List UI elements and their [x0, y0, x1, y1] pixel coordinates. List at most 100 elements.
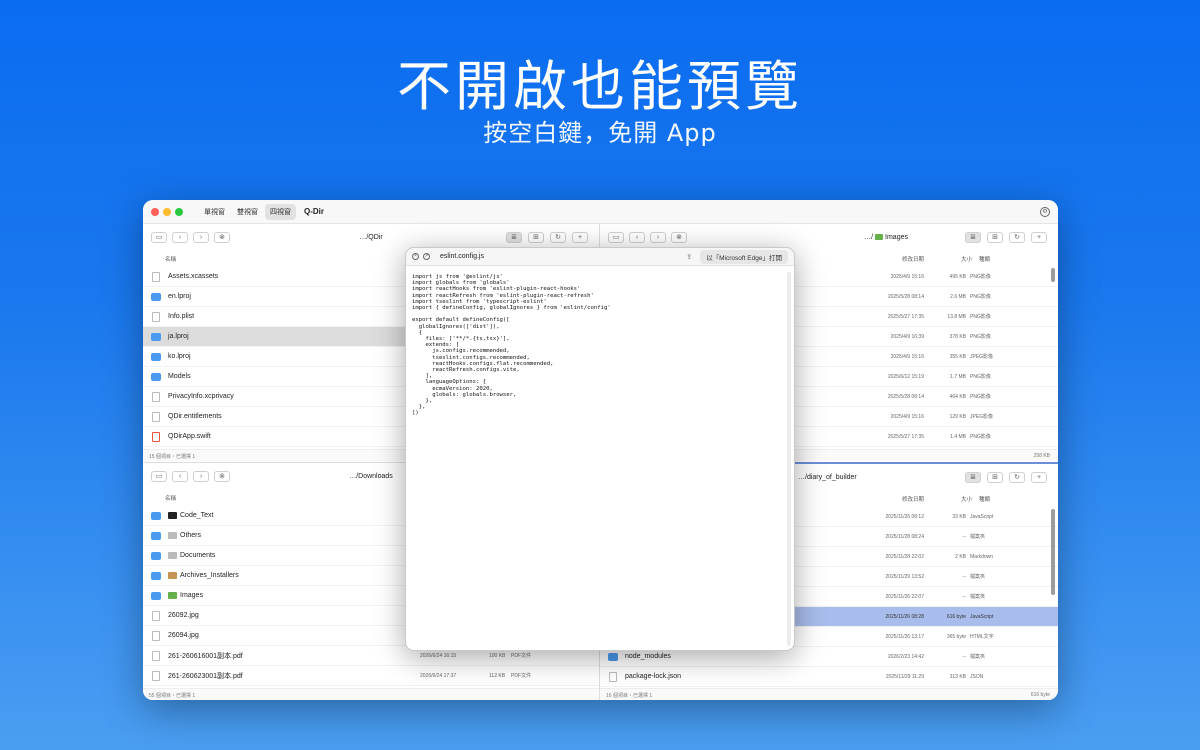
- refresh-button[interactable]: ↻: [550, 231, 566, 243]
- path-label: …/diary_of_builder: [798, 473, 857, 481]
- refresh-button[interactable]: ↻: [1009, 471, 1025, 483]
- file-icon: [152, 670, 160, 681]
- column-size[interactable]: 大小: [961, 495, 972, 503]
- kind-cell: PNG影像: [970, 274, 991, 280]
- size-cell: 365 byte: [946, 633, 966, 640]
- close-circle-icon[interactable]: ⊗: [214, 470, 230, 482]
- size-cell: 112 KB: [489, 672, 506, 679]
- kind-cell: JPEG影像: [970, 354, 994, 360]
- date-cell: 2025/4/9 15:16: [890, 273, 924, 280]
- view-mode-single[interactable]: 單視窗: [199, 204, 230, 220]
- new-folder-button[interactable]: +: [572, 231, 588, 243]
- refresh-button[interactable]: ↻: [1009, 231, 1025, 243]
- date-cell: 2025/11/28 22:02: [885, 553, 924, 560]
- grid-view-button[interactable]: ⊞: [987, 231, 1003, 243]
- column-date[interactable]: 修改日期: [902, 255, 924, 263]
- file-name: 26092.jpg: [168, 612, 199, 619]
- share-icon[interactable]: ⇪: [686, 253, 692, 261]
- date-cell: 2026/2/23 14:42: [887, 653, 924, 660]
- date-cell: 2026/6/24 17:37: [420, 672, 457, 679]
- file-name: 261-260616001副本.pdf: [168, 652, 243, 660]
- folder-icon: [608, 652, 618, 661]
- list-item[interactable]: package-lock.json 2025/11/29 11:29 313 KB J…: [600, 667, 1058, 687]
- kind-cell: PDF文件: [511, 673, 532, 679]
- kind-cell: 檔案夾: [970, 594, 986, 600]
- settings-icon[interactable]: ⚙: [1040, 207, 1050, 217]
- close-circle-icon[interactable]: ⊗: [214, 231, 230, 243]
- file-icon: [152, 610, 160, 621]
- column-kind[interactable]: 種類: [979, 255, 990, 263]
- close-preview-icon[interactable]: ×: [412, 253, 419, 260]
- preview-scrollbar[interactable]: [787, 272, 791, 646]
- date-cell: 2025/11/29 13:52: [885, 573, 924, 580]
- folder-icon: [151, 571, 161, 580]
- size-cell: 100 KB: [489, 652, 506, 659]
- column-kind[interactable]: 種類: [979, 495, 990, 503]
- new-folder-button[interactable]: +: [1031, 471, 1047, 483]
- scrollbar-thumb[interactable]: [1051, 268, 1055, 282]
- list-view-button[interactable]: ≣: [965, 231, 981, 243]
- minimize-window-button[interactable]: [163, 207, 171, 216]
- view-mode-segmented-control: 單視窗 雙視窗 四視窗: [199, 203, 296, 220]
- folder-icon: [151, 551, 161, 560]
- quick-look-preview: × ↗ eslint.config.js ⇪ 以「Microsoft Edge」…: [405, 247, 795, 651]
- folder-icon: [151, 352, 161, 361]
- column-date[interactable]: 修改日期: [902, 495, 924, 503]
- folder-icon[interactable]: ▭: [151, 470, 167, 482]
- forward-button[interactable]: ›: [650, 231, 666, 243]
- kind-cell: PNG影像: [970, 334, 991, 340]
- view-mode-double[interactable]: 雙視窗: [232, 204, 263, 220]
- folder-icon[interactable]: ▭: [608, 231, 624, 243]
- view-mode-quad[interactable]: 四視窗: [265, 203, 296, 220]
- date-cell: 2025/11/26 13:17: [885, 633, 924, 640]
- folder-icon: [151, 531, 161, 540]
- list-view-button[interactable]: ≣: [506, 231, 522, 243]
- document-icon: [168, 532, 177, 539]
- grid-view-button[interactable]: ⊞: [987, 471, 1003, 483]
- path-label: …/ Images: [864, 234, 908, 241]
- close-window-button[interactable]: [151, 207, 159, 216]
- grid-view-button[interactable]: ⊞: [528, 231, 544, 243]
- app-title: Q-Dir: [304, 207, 324, 216]
- size-cell: --: [962, 533, 966, 540]
- folder-icon: [151, 332, 161, 341]
- forward-button[interactable]: ›: [193, 470, 209, 482]
- new-folder-button[interactable]: +: [1031, 231, 1047, 243]
- open-with-button[interactable]: 以「Microsoft Edge」打開: [700, 249, 788, 264]
- code-content: import js from '@eslint/js' import globa…: [412, 274, 611, 417]
- forward-button[interactable]: ›: [193, 231, 209, 243]
- size-cell: --: [962, 593, 966, 600]
- preview-filename: eslint.config.js: [440, 253, 484, 260]
- status-text: 55 個項目・已選擇 1: [149, 693, 196, 699]
- status-bar: 55 個項目・已選擇 1: [143, 688, 599, 700]
- back-button[interactable]: ‹: [172, 470, 188, 482]
- file-name: en.lproj: [168, 293, 191, 300]
- size-cell: 2.6 MB: [950, 293, 966, 300]
- kind-cell: JavaScript: [970, 513, 994, 520]
- column-name[interactable]: 名稱: [165, 255, 176, 263]
- size-cell: 313 KB: [949, 673, 966, 680]
- status-size: 258 KB: [1033, 453, 1050, 459]
- folder-icon[interactable]: ▭: [151, 231, 167, 243]
- file-name: node_modules: [625, 653, 671, 660]
- path-label: …/Downloads: [349, 472, 393, 480]
- kind-cell: PNG影像: [970, 434, 991, 440]
- fullscreen-icon[interactable]: ↗: [423, 253, 430, 260]
- folder-icon: [151, 372, 161, 381]
- file-name: QDirApp.swift: [168, 433, 211, 440]
- file-icon: [609, 671, 617, 682]
- list-view-button[interactable]: ≣: [965, 471, 981, 483]
- list-item[interactable]: 261-260623001副本.pdf 2026/6/24 17:37 112 KB…: [143, 666, 599, 686]
- file-icon: [152, 271, 160, 282]
- file-name: Assets.xcassets: [168, 273, 219, 280]
- back-button[interactable]: ‹: [172, 231, 188, 243]
- size-cell: 2 KB: [955, 553, 966, 560]
- close-circle-icon[interactable]: ⊗: [671, 231, 687, 243]
- kind-cell: JPEG影像: [970, 414, 994, 420]
- scrollbar-thumb[interactable]: [1051, 509, 1055, 595]
- back-button[interactable]: ‹: [629, 231, 645, 243]
- column-size[interactable]: 大小: [961, 255, 972, 263]
- file-icon: [152, 411, 160, 422]
- column-name[interactable]: 名稱: [165, 494, 176, 502]
- zoom-window-button[interactable]: [175, 207, 183, 216]
